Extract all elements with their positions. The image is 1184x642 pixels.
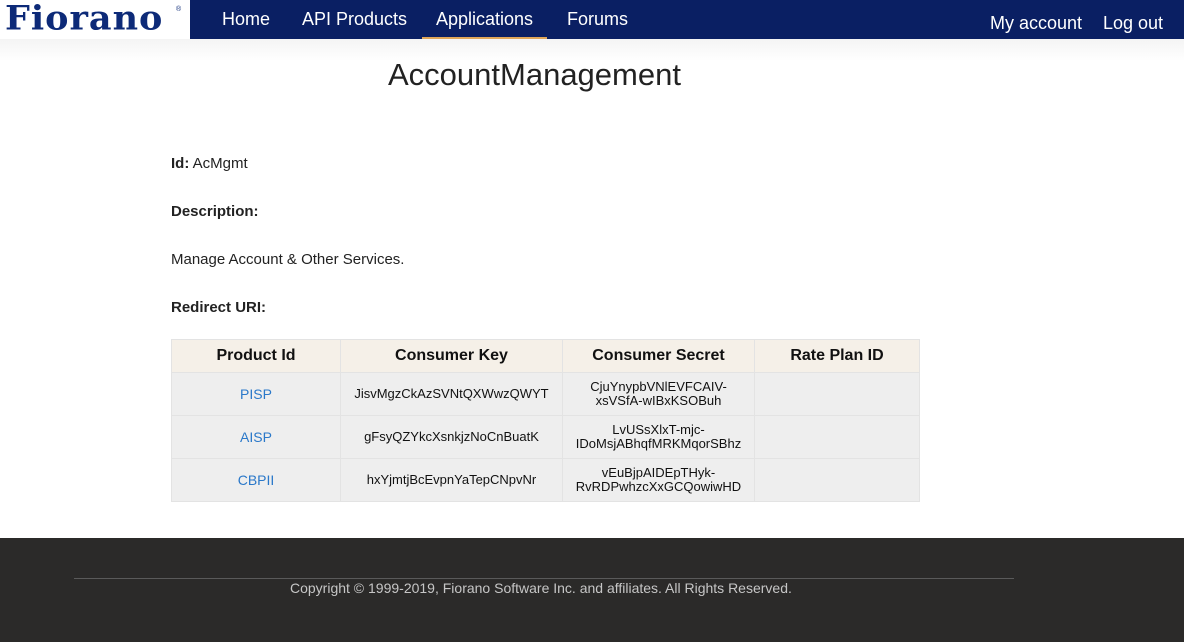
- consumer-secret-line: CjuYnypbVNlEVFCAIV-: [590, 379, 727, 394]
- logo[interactable]: Fiorano ®: [0, 0, 190, 39]
- consumer-secret: LvUSsXlxT-mjc- IDoMsjABhqfMRKMqorSBhz: [562, 415, 755, 459]
- nav-api-products[interactable]: API Products: [302, 0, 407, 39]
- consumer-key: hxYjmtjBcEvpnYaTepCNpvNr: [340, 458, 563, 502]
- product-id-link[interactable]: CBPII: [171, 458, 341, 502]
- description-label-row: Description:: [171, 203, 259, 220]
- logo-registered-mark: ®: [176, 6, 182, 13]
- nav-forums[interactable]: Forums: [567, 0, 628, 39]
- product-id-link[interactable]: PISP: [171, 372, 341, 416]
- redirect-uri-label: Redirect URI:: [171, 299, 267, 316]
- consumer-secret-line: IDoMsjABhqfMRKMqorSBhz: [575, 436, 742, 451]
- nav-my-account[interactable]: My account: [990, 4, 1082, 43]
- nav-log-out[interactable]: Log out: [1103, 4, 1163, 43]
- header-product-id: Product Id: [171, 339, 341, 373]
- page-title: AccountManagement: [388, 57, 681, 92]
- logo-text: Fiorano: [5, 0, 164, 39]
- rate-plan-id: [754, 415, 920, 459]
- rate-plan-id: [754, 372, 920, 416]
- consumer-key: gFsyQZYkcXsnkjzNoCnBuatK: [340, 415, 563, 459]
- table-row: CBPII hxYjmtjBcEvpnYaTepCNpvNr vEuBjpAID…: [171, 458, 920, 502]
- table-row: AISP gFsyQZYkcXsnkjzNoCnBuatK LvUSsXlxT-…: [171, 415, 920, 459]
- consumer-secret-line: xsVSfA-wIBxKSOBuh: [595, 393, 722, 408]
- navbar: Home API Products Applications Forums My…: [190, 0, 1184, 39]
- footer-copyright: Copyright © 1999-2019, Fiorano Software …: [290, 580, 792, 596]
- table-header-row: Product Id Consumer Key Consumer Secret …: [171, 339, 920, 373]
- footer: Copyright © 1999-2019, Fiorano Software …: [0, 538, 1184, 642]
- redirect-uri-row: Redirect URI:: [171, 299, 266, 316]
- description-value: Manage Account & Other Services.: [171, 251, 405, 268]
- rate-plan-id: [754, 458, 920, 502]
- app-id-row: Id: AcMgmt: [171, 155, 248, 172]
- consumer-key: JisvMgzCkAzSVNtQXWwzQWYT: [340, 372, 563, 416]
- consumer-secret: CjuYnypbVNlEVFCAIV-xsVSfA-wIBxKSOBuh: [562, 372, 755, 416]
- consumer-secret-line: LvUSsXlxT-mjc-: [612, 422, 705, 437]
- credentials-table: Product Id Consumer Key Consumer Secret …: [171, 339, 920, 502]
- description-label: Description:: [171, 203, 259, 220]
- consumer-secret-line: vEuBjpAIDEpTHyk-: [601, 465, 716, 480]
- header-consumer-key: Consumer Key: [340, 339, 563, 373]
- nav-applications[interactable]: Applications: [421, 0, 548, 39]
- consumer-secret-line: RvRDPwhzcXxGCQowiwHD: [575, 479, 742, 494]
- app-id-value: AcMgmt: [192, 155, 248, 172]
- footer-divider: [74, 578, 1014, 579]
- table-row: PISP JisvMgzCkAzSVNtQXWwzQWYT CjuYnypbVN…: [171, 372, 920, 416]
- app-id-label: Id:: [171, 155, 190, 172]
- nav-home[interactable]: Home: [222, 0, 270, 39]
- top-navigation: Fiorano ® Home API Products Applications…: [0, 0, 1184, 39]
- consumer-secret: vEuBjpAIDEpTHyk- RvRDPwhzcXxGCQowiwHD: [562, 458, 755, 502]
- header-consumer-secret: Consumer Secret: [562, 339, 755, 373]
- header-rate-plan-id: Rate Plan ID: [754, 339, 920, 373]
- product-id-link[interactable]: AISP: [171, 415, 341, 459]
